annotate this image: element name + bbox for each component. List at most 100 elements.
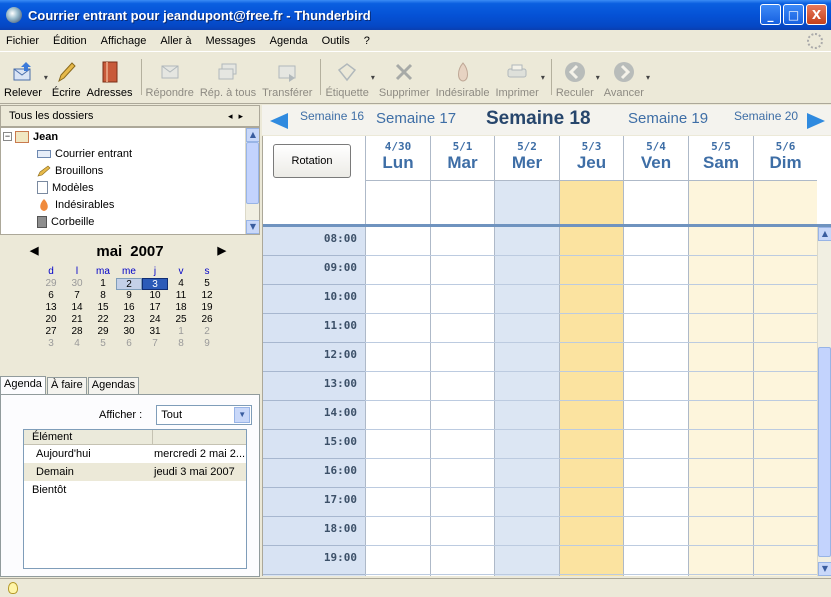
minical-day[interactable]: 29: [90, 326, 116, 338]
forward-nav-dropdown[interactable]: ▾: [646, 73, 650, 82]
folder-scrollbar[interactable]: ▲ ▼: [245, 128, 259, 234]
minical-day[interactable]: 9: [116, 290, 142, 302]
tab-calendars[interactable]: Agendas: [87, 377, 140, 394]
menu-messages[interactable]: Messages: [206, 35, 256, 47]
delete-button[interactable]: Supprimer: [379, 60, 430, 103]
day-header[interactable]: 5/1 Mar: [430, 136, 494, 180]
week-link-16[interactable]: Semaine 16: [300, 109, 364, 123]
prev-month-button[interactable]: ◀: [30, 244, 38, 257]
minical-day[interactable]: 3: [38, 338, 64, 350]
minical-day[interactable]: 22: [90, 314, 116, 326]
scroll-thumb[interactable]: [818, 347, 831, 557]
allday-cell[interactable]: [623, 180, 688, 224]
menu-outils[interactable]: Outils: [322, 35, 350, 47]
agenda-row-soon[interactable]: Bientôt: [24, 481, 246, 499]
prev-week-arrow-icon[interactable]: [270, 113, 288, 129]
chevron-down-icon[interactable]: ▼: [234, 407, 251, 423]
minical-day[interactable]: 24: [142, 314, 168, 326]
minical-day[interactable]: 8: [90, 290, 116, 302]
scroll-up-arrow[interactable]: ▲: [246, 128, 259, 142]
minical-day[interactable]: 2: [194, 326, 220, 338]
day-column[interactable]: [494, 227, 559, 576]
minical-day[interactable]: 3: [142, 278, 168, 290]
calendar-scrollbar[interactable]: ▲ ▼: [817, 227, 831, 576]
folder-view-arrows[interactable]: ◂▸: [228, 111, 249, 122]
agenda-row-today[interactable]: Aujourd'hui mercredi 2 mai 2...: [24, 445, 246, 463]
week-link-20[interactable]: Semaine 20: [734, 109, 798, 123]
rotation-button[interactable]: Rotation: [273, 144, 351, 178]
back-button[interactable]: Reculer: [556, 60, 594, 103]
minical-year[interactable]: 2007: [130, 243, 163, 260]
minical-day[interactable]: 17: [142, 302, 168, 314]
minical-day[interactable]: 30: [64, 278, 90, 290]
minical-month[interactable]: mai: [96, 243, 122, 260]
maximize-button[interactable]: □: [783, 4, 804, 25]
tag-dropdown[interactable]: ▾: [371, 73, 375, 82]
folder-inbox[interactable]: Courrier entrant: [1, 145, 259, 162]
menu-edition[interactable]: Édition: [53, 35, 87, 47]
forward-nav-button[interactable]: Avancer: [604, 60, 644, 103]
day-column[interactable]: [623, 227, 688, 576]
minical-day[interactable]: 30: [116, 326, 142, 338]
menu-fichier[interactable]: Fichier: [6, 35, 39, 47]
minical-day[interactable]: 8: [168, 338, 194, 350]
minical-day[interactable]: 15: [90, 302, 116, 314]
minical-day[interactable]: 4: [64, 338, 90, 350]
minical-day[interactable]: 19: [194, 302, 220, 314]
scroll-down-arrow[interactable]: ▼: [246, 220, 259, 234]
day-column[interactable]: [688, 227, 753, 576]
account-row[interactable]: − Jean: [1, 128, 259, 145]
minical-day[interactable]: 14: [64, 302, 90, 314]
tag-button[interactable]: Étiquette: [325, 60, 369, 103]
minical-day[interactable]: 12: [194, 290, 220, 302]
minical-day[interactable]: 4: [168, 278, 194, 290]
minical-day[interactable]: 27: [38, 326, 64, 338]
allday-cell[interactable]: [430, 180, 494, 224]
address-book-button[interactable]: Adresses: [87, 60, 133, 103]
minical-day[interactable]: 2: [116, 278, 142, 290]
close-button[interactable]: X: [806, 4, 827, 25]
minical-day[interactable]: 13: [38, 302, 64, 314]
day-column[interactable]: [753, 227, 817, 576]
day-header[interactable]: 5/6 Dim: [753, 136, 817, 180]
minical-day[interactable]: 31: [142, 326, 168, 338]
menu-affichage[interactable]: Affichage: [101, 35, 147, 47]
scroll-up-arrow[interactable]: ▲: [818, 227, 831, 241]
tab-agenda[interactable]: Agenda: [0, 376, 46, 394]
print-dropdown[interactable]: ▾: [541, 73, 545, 82]
next-month-button[interactable]: ▶: [218, 244, 226, 257]
allday-cell[interactable]: [494, 180, 559, 224]
minical-day[interactable]: 7: [64, 290, 90, 302]
print-button[interactable]: Imprimer: [495, 60, 539, 103]
minical-day[interactable]: 21: [64, 314, 90, 326]
next-week-arrow-icon[interactable]: [807, 113, 825, 129]
get-mail-button[interactable]: Relever: [4, 60, 42, 103]
junk-button[interactable]: Indésirable: [436, 60, 489, 103]
get-mail-dropdown[interactable]: ▾: [44, 73, 48, 82]
minical-day[interactable]: 16: [116, 302, 142, 314]
week-link-17[interactable]: Semaine 17: [376, 110, 456, 127]
collapse-icon[interactable]: −: [3, 132, 12, 141]
minical-day[interactable]: 28: [64, 326, 90, 338]
minical-day[interactable]: 6: [116, 338, 142, 350]
allday-cell[interactable]: [753, 180, 817, 224]
minical-day[interactable]: 26: [194, 314, 220, 326]
allday-cell[interactable]: [559, 180, 623, 224]
minical-day[interactable]: 9: [194, 338, 220, 350]
day-column[interactable]: [430, 227, 494, 576]
forward-button[interactable]: Transférer: [262, 60, 312, 103]
day-header[interactable]: 4/30 Lun: [365, 136, 430, 180]
minical-day[interactable]: 1: [168, 326, 194, 338]
minical-day[interactable]: 6: [38, 290, 64, 302]
reply-all-button[interactable]: Rép. à tous: [200, 60, 256, 103]
menu-aller[interactable]: Aller à: [160, 35, 191, 47]
folder-drafts[interactable]: Brouillons: [1, 162, 259, 179]
minical-day[interactable]: 7: [142, 338, 168, 350]
menu-agenda[interactable]: Agenda: [270, 35, 308, 47]
day-header[interactable]: 5/2 Mer: [494, 136, 559, 180]
agenda-filter-select[interactable]: Tout ▼: [156, 405, 253, 425]
week-link-19[interactable]: Semaine 19: [628, 110, 708, 127]
minical-day[interactable]: 23: [116, 314, 142, 326]
day-column[interactable]: [365, 227, 430, 576]
minical-day[interactable]: 1: [90, 278, 116, 290]
